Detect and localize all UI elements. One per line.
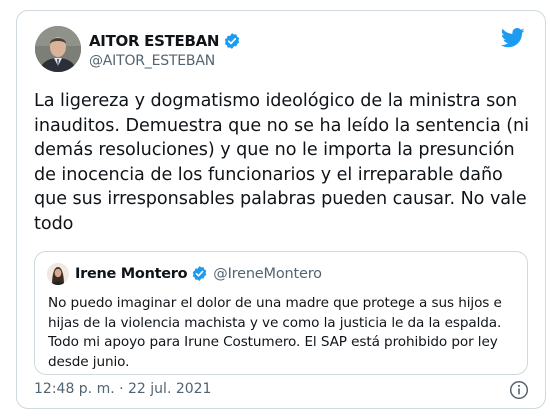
author-handle[interactable]: @AITOR_ESTEBAN [89, 53, 215, 69]
tweet-card: AITOR ESTEBAN @AITOR_ESTEBAN La ligereza… [16, 10, 546, 409]
author-name[interactable]: AITOR ESTEBAN [89, 32, 241, 50]
verified-badge-icon [223, 32, 241, 50]
author-avatar-image [35, 26, 81, 72]
quoted-author-handle[interactable]: @IreneMontero [213, 266, 322, 282]
info-icon[interactable] [509, 380, 529, 404]
author-avatar[interactable] [35, 26, 81, 72]
quoted-author-avatar-image [47, 263, 69, 285]
verified-badge-icon [191, 265, 208, 282]
quoted-tweet[interactable]: Irene Montero @IreneMontero No puedo ima… [34, 251, 528, 375]
tweet-timestamp[interactable]: 12:48 p. m. · 22 jul. 2021 [34, 381, 211, 397]
twitter-bird-icon[interactable] [500, 28, 525, 52]
author-name-text: AITOR ESTEBAN [89, 32, 220, 50]
quoted-tweet-header: Irene Montero @IreneMontero [75, 265, 322, 282]
quoted-tweet-text: No puedo imaginar el dolor de una madre … [48, 295, 502, 370]
tweet-text: La ligereza y dogmatismo ideológico de l… [34, 91, 529, 234]
quoted-author-avatar[interactable] [47, 263, 69, 285]
quoted-author-name[interactable]: Irene Montero [75, 266, 188, 282]
